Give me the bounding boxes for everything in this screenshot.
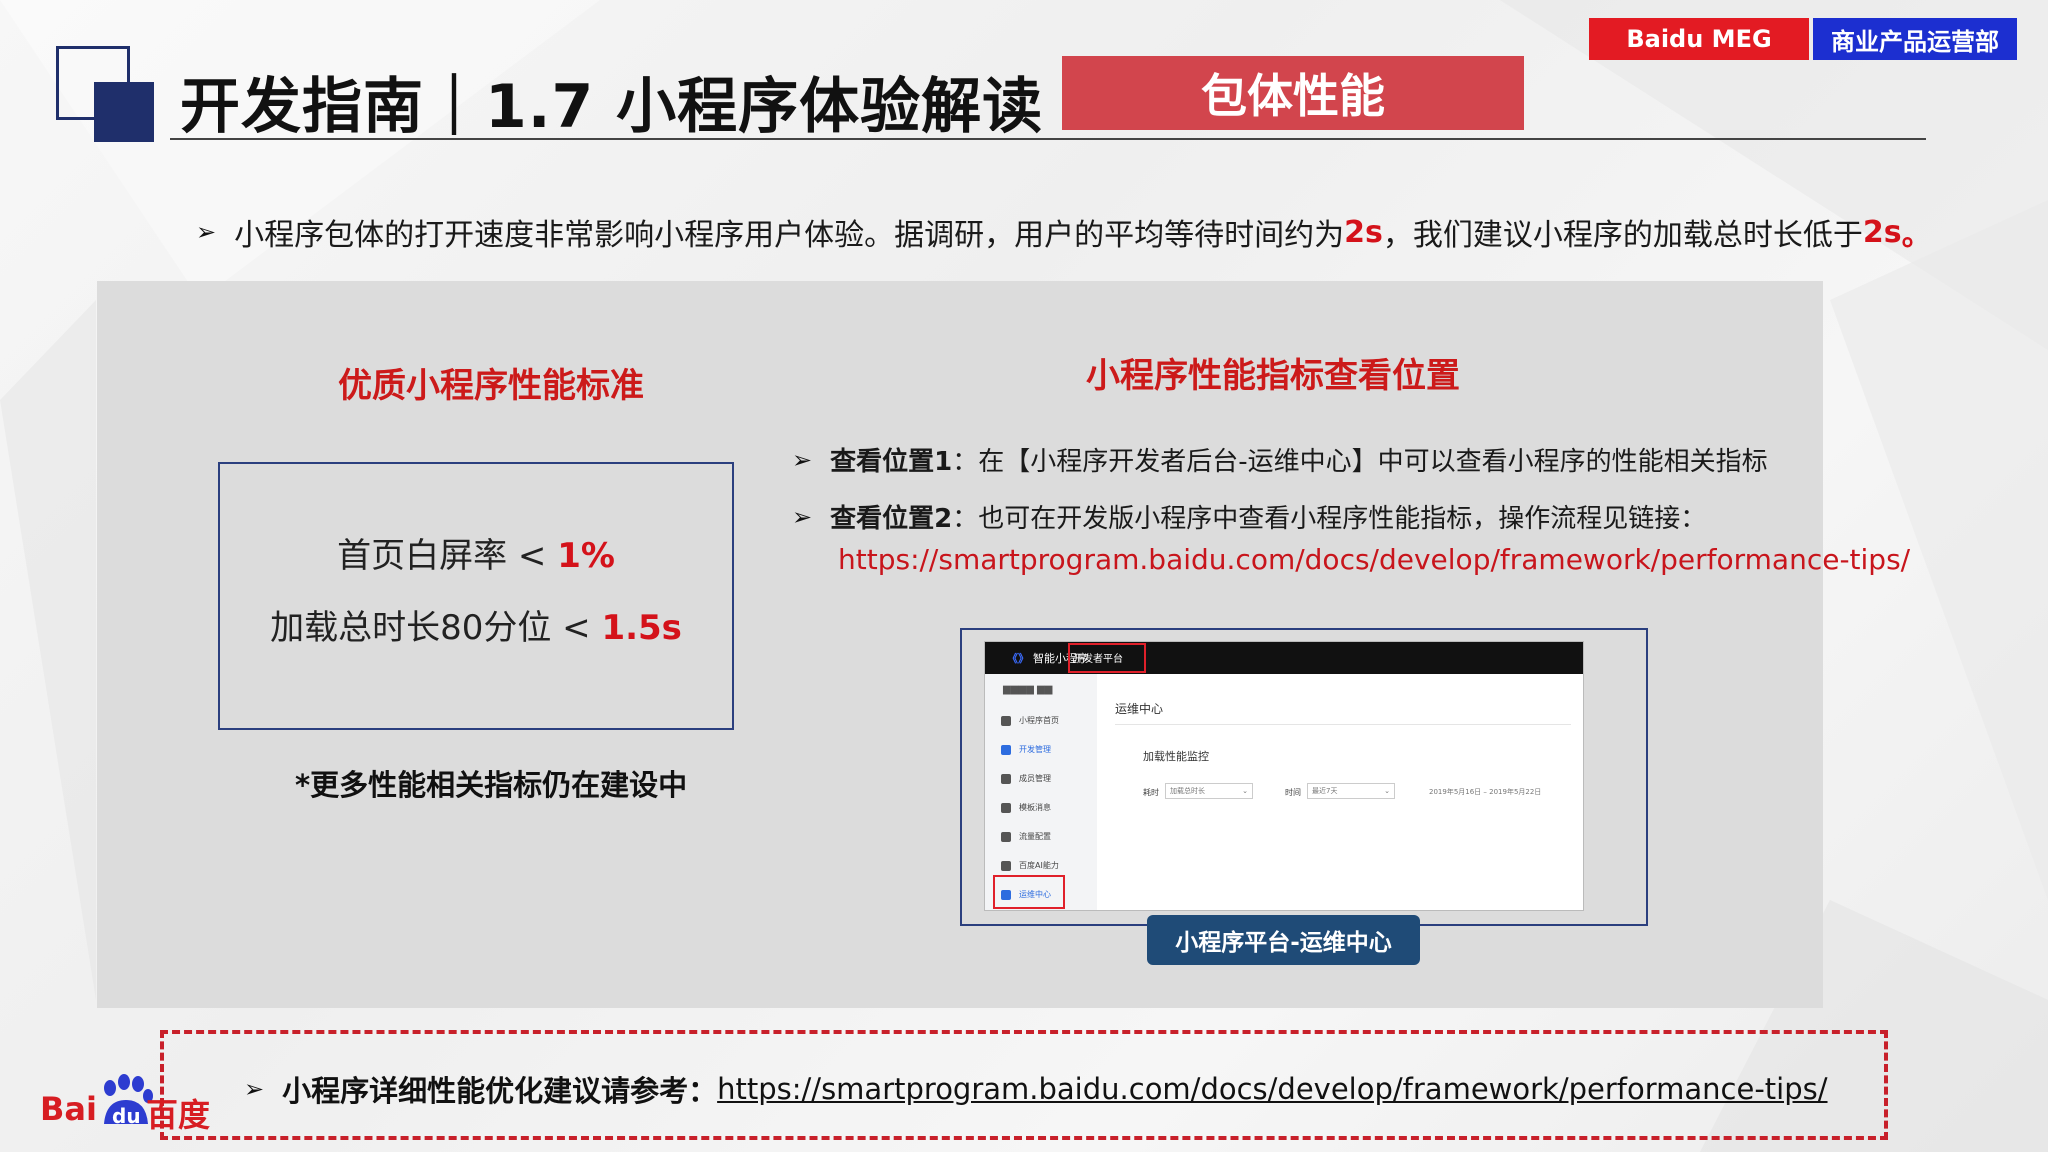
intro-bullet: ➢ 小程序包体的打开速度非常影响小程序用户体验。据调研，用户的平均等待时间约为 … xyxy=(196,210,1932,254)
arrow-bullet-icon: ➢ xyxy=(196,218,217,246)
reference-line: ➢ 小程序详细性能优化建议请参考： https://smartprogram.b… xyxy=(244,1068,1828,1110)
sidebar-item-home: 小程序首页 xyxy=(1001,715,1059,726)
page-title: 开发指南｜1.7 小程序体验解读 xyxy=(180,72,1044,142)
sidebar-item-dev: 开发管理 xyxy=(1001,744,1051,755)
console-card-title: 加载性能监控 xyxy=(1143,750,1209,763)
console-screenshot: 《》 智能小程序 开发者平台 ▆▆▆▆ ▆▆ 小程序首页 开发管理 成员管理 模板… xyxy=(984,641,1584,911)
screenshot-caption: 小程序平台-运维中心 xyxy=(1147,915,1420,965)
console-user: ▆▆▆▆ ▆▆ xyxy=(1003,684,1053,695)
standard-2-label: 加载总时长80分位 < xyxy=(270,608,602,648)
highlight-platform xyxy=(1068,643,1146,673)
arrow-bullet-icon: ➢ xyxy=(792,445,813,474)
standards-box: 首页白屏率 < 1% 加载总时长80分位 < 1.5s xyxy=(218,462,734,730)
baidu-logo: Bai du 百度 xyxy=(40,1074,210,1134)
ai-icon xyxy=(1001,860,1011,871)
standard-load-time: 加载总时长80分位 < 1.5s xyxy=(220,600,732,649)
chevron-down-icon: ⌄ xyxy=(1384,787,1390,795)
standard-2-value: 1.5s xyxy=(601,608,682,648)
location-2-text: ：也可在开发版小程序中查看小程序性能指标，操作流程见链接： xyxy=(952,504,1707,534)
reference-link[interactable]: https://smartprogram.baidu.com/docs/deve… xyxy=(717,1072,1827,1106)
field1-select: 加载总时长 ⌄ xyxy=(1165,783,1253,799)
field2-select: 最近7天 ⌄ xyxy=(1307,783,1395,799)
filled-square xyxy=(94,82,154,142)
title-divider xyxy=(170,138,1926,140)
arrow-bullet-icon: ➢ xyxy=(244,1075,265,1103)
date-range: 2019年5月16日 – 2019年5月22日 xyxy=(1429,788,1542,796)
intro-text-b: ，我们建议小程序的加载总时长低于 xyxy=(1382,218,1863,253)
code-icon xyxy=(1001,744,1011,755)
smart-program-logo-icon: 《》 xyxy=(1007,652,1029,665)
section-tag: 包体性能 xyxy=(1062,56,1524,130)
intro-value-b: 2s xyxy=(1862,214,1902,250)
console-main-title: 运维中心 xyxy=(1115,702,1164,716)
arrow-bullet-icon: ➢ xyxy=(792,502,813,531)
highlight-ops-center xyxy=(993,875,1065,909)
field1-label: 耗时 xyxy=(1143,788,1159,797)
baidu-logo-text-right: 百度 xyxy=(146,1096,211,1134)
sidebar-item-ai: 百度AI能力 xyxy=(1001,860,1059,871)
baidu-logo-text-left: Bai xyxy=(40,1090,97,1128)
sidebar-item-members: 成员管理 xyxy=(1001,773,1051,784)
right-heading: 小程序性能指标查看位置 xyxy=(1086,356,1460,396)
intro-text-c: 。 xyxy=(1901,218,1932,253)
user-icon xyxy=(1001,773,1011,784)
location-2: ➢ 查看位置2 ：也可在开发版小程序中查看小程序性能指标，操作流程见链接： xyxy=(792,498,1706,535)
traffic-icon xyxy=(1001,831,1011,842)
badge-baidu-meg: Baidu MEG xyxy=(1589,18,1809,60)
baidu-logo-paw-text: du xyxy=(112,1104,141,1128)
reference-label: 小程序详细性能优化建议请参考： xyxy=(282,1074,718,1108)
template-icon xyxy=(1001,802,1011,813)
location-1-text: ：在【小程序开发者后台-运维中心】中可以查看小程序的性能相关指标 xyxy=(952,447,1768,477)
title-squares-icon xyxy=(56,46,154,142)
intro-text-a: 小程序包体的打开速度非常影响小程序用户体验。据调研，用户的平均等待时间约为 xyxy=(234,218,1345,253)
home-icon xyxy=(1001,715,1011,726)
badge-department: 商业产品运营部 xyxy=(1813,18,2017,60)
sidebar-item-traffic: 流量配置 xyxy=(1001,831,1051,842)
standard-1-label: 首页白屏率 < xyxy=(337,536,558,576)
chevron-down-icon: ⌄ xyxy=(1242,787,1248,795)
location-1-label: 查看位置1 xyxy=(830,447,953,477)
footnote: *更多性能相关指标仍在建设中 xyxy=(295,768,688,802)
standard-1-value: 1% xyxy=(557,536,615,576)
left-heading: 优质小程序性能标准 xyxy=(338,366,644,406)
location-1: ➢ 查看位置1 ：在【小程序开发者后台-运维中心】中可以查看小程序的性能相关指标 xyxy=(792,441,1768,478)
field2-label: 时间 xyxy=(1285,788,1301,797)
sidebar-item-template: 模板消息 xyxy=(1001,802,1051,813)
standard-white-screen: 首页白屏率 < 1% xyxy=(220,528,732,577)
intro-value-a: 2s xyxy=(1344,214,1383,250)
location-2-label: 查看位置2 xyxy=(830,504,953,534)
performance-tips-link[interactable]: https://smartprogram.baidu.com/docs/deve… xyxy=(838,543,1910,576)
